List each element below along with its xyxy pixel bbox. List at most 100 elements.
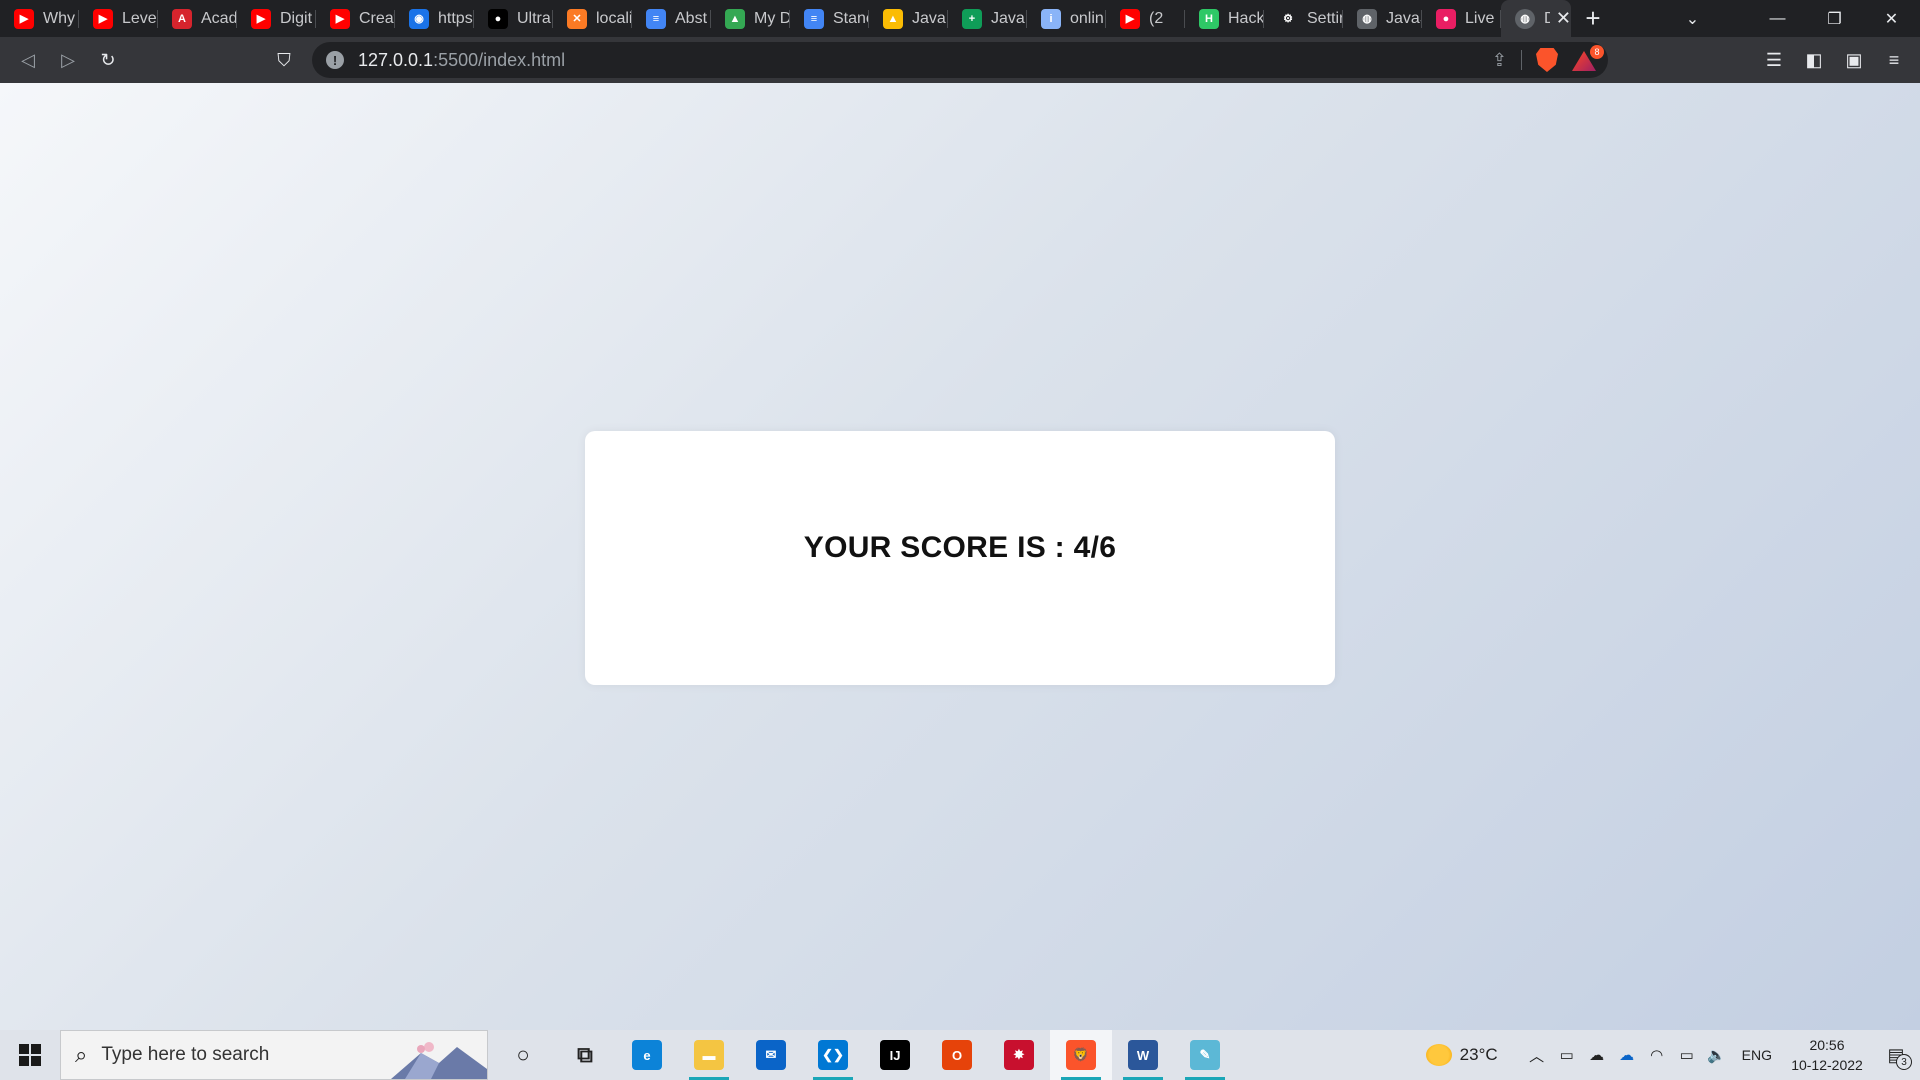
tab-item[interactable]: ▲ My D [711,0,790,37]
task-view-taskbar-button[interactable]: ⧉ [554,1030,616,1080]
tab-item[interactable]: ▶ Why [0,0,79,37]
notification-badge: 3 [1896,1054,1912,1070]
notification-center-icon[interactable]: ▤ 3 [1872,1030,1920,1080]
tab-item[interactable]: ● Live [1422,0,1501,37]
tab-item[interactable]: + Java [948,0,1027,37]
minimize-button[interactable]: — [1749,0,1806,37]
tab-item[interactable]: ✕ locali [553,0,632,37]
menu-icon[interactable]: ≡ [1874,40,1914,80]
notepad-icon: ✎ [1190,1040,1220,1070]
bookmark-icon[interactable]: ⛉ [264,40,304,80]
notepad-taskbar-button[interactable]: ✎ [1174,1030,1236,1080]
start-button[interactable] [0,1030,60,1080]
onedrive-icon[interactable]: ☁ [1612,1030,1642,1080]
back-icon[interactable]: ◁ [8,40,48,80]
tab-label: Why [43,9,75,27]
divider [1521,50,1522,70]
vscode-icon: ❮❯ [818,1040,848,1070]
close-window-button[interactable]: ✕ [1863,0,1920,37]
tab-label: onlin [1070,9,1104,27]
score-card: YOUR SCORE IS : 4/6 [585,431,1335,685]
tab-label: Java [912,9,946,27]
wifi-icon[interactable]: ◠ [1642,1030,1672,1080]
battery-icon[interactable]: ▭ [1672,1030,1702,1080]
tab-search-icon[interactable]: ⌄ [1664,0,1721,37]
youtube-icon: ▶ [251,8,271,29]
new-tab-button[interactable]: + [1571,0,1615,37]
tab-item[interactable]: ≡ Abst [632,0,711,37]
globe-icon: ◍ [1515,8,1535,29]
taskbar-search[interactable]: ⌕ Type here to search [60,1030,488,1080]
brave-taskbar-button[interactable]: 🦁 [1050,1030,1112,1080]
office-icon: O [942,1040,972,1070]
tab-item[interactable]: ● Ultra [474,0,553,37]
playlist-icon[interactable]: ☰ [1754,40,1794,80]
web-icon: ◉ [409,8,429,29]
hackerrank-icon: H [1199,8,1219,29]
url-text[interactable]: 127.0.0.1:5500/index.html [358,50,565,71]
tab-item[interactable]: ≡ Stanc [790,0,869,37]
onedrive-sync-icon[interactable]: ☁ [1582,1030,1612,1080]
tab-item[interactable]: ◍ JavaS [1343,0,1422,37]
windows-taskbar: ⌕ Type here to search ○ ⧉ e ▬ ✉ ❮❯ IJ O ✸ 🦁 W ✎ 23°… [0,1030,1920,1080]
meet-now-icon[interactable]: ▭ [1552,1030,1582,1080]
tab-item[interactable]: i onlin [1027,0,1106,37]
office-taskbar-button[interactable]: O [926,1030,988,1080]
tab-label: My D [754,9,790,27]
antivirus-taskbar-button[interactable]: ✸ [988,1030,1050,1080]
brave-icon: 🦁 [1066,1040,1096,1070]
browser-toolbar: ◁ ▷ ↻ ⛉ ! 127.0.0.1:5500/index.html ⇪ 8 … [0,37,1920,83]
mail-taskbar-button[interactable]: ✉ [740,1030,802,1080]
tab-item[interactable]: ▶ Creat [316,0,395,37]
close-tab-icon[interactable]: ✕ [1556,8,1571,29]
tab-item[interactable]: ▶ Digit [237,0,316,37]
volume-icon[interactable]: 🔈 [1702,1030,1732,1080]
tab-label: Abst [675,9,708,27]
word-taskbar-button[interactable]: W [1112,1030,1174,1080]
tab-active[interactable]: ◍ D ✕ [1501,0,1571,37]
word-icon: W [1128,1040,1158,1070]
weather-widget[interactable]: 23°C [1425,1044,1498,1066]
intellij-taskbar-button[interactable]: IJ [864,1030,926,1080]
file-explorer-taskbar-button[interactable]: ▬ [678,1030,740,1080]
settings-icon: ⚙ [1278,8,1298,29]
tab-label: (2 [1149,9,1164,27]
drive-icon: ▲ [725,8,745,29]
forward-icon[interactable]: ▷ [48,40,88,80]
site-info-icon[interactable]: ! [326,51,344,69]
chevron-up-icon[interactable]: ︿ [1522,1030,1552,1080]
language-indicator[interactable]: ENG [1742,1047,1772,1063]
tab-item[interactable]: H Hack [1185,0,1264,37]
address-bar[interactable]: ! 127.0.0.1:5500/index.html ⇪ 8 [312,42,1608,78]
live-icon: ● [1436,8,1456,29]
tab-label: Digit [280,9,313,27]
mail-icon: ✉ [756,1040,786,1070]
edge-taskbar-button[interactable]: e [616,1030,678,1080]
vscode-taskbar-button[interactable]: ❮❯ [802,1030,864,1080]
clock[interactable]: 20:56 10-12-2022 [1782,1035,1872,1075]
sidebar-icon[interactable]: ◧ [1794,40,1834,80]
page-viewport: YOUR SCORE IS : 4/6 [0,83,1920,1030]
restore-button[interactable]: ❐ [1806,0,1863,37]
tab-item[interactable]: ▶ (2 [1106,0,1185,37]
academy-icon: A [172,8,192,29]
youtube-icon: ▶ [93,8,113,29]
brave-rewards-icon[interactable]: 8 [1572,45,1604,71]
tab-label: https [438,9,473,27]
wallet-icon[interactable]: ▣ [1834,40,1874,80]
edge-icon: e [632,1040,662,1070]
share-icon[interactable]: ⇪ [1492,50,1507,71]
tab-item[interactable]: ◉ https [395,0,474,37]
cortana-taskbar-button[interactable]: ○ [492,1030,554,1080]
brave-shields-icon[interactable] [1536,48,1558,72]
file-explorer-icon: ▬ [694,1040,724,1070]
toolbar-actions: ☰ ◧ ▣ ≡ [1754,40,1914,80]
system-tray: 23°C ︿ ▭ ☁ ☁ ◠ ▭ 🔈 ENG 20:56 10-12-2022 … [1425,1030,1920,1080]
reload-icon[interactable]: ↻ [88,40,128,80]
xampp-icon: ✕ [567,8,587,29]
tab-item[interactable]: A Acad [158,0,237,37]
tab-item[interactable]: ⚙ Settir [1264,0,1343,37]
tab-item[interactable]: ▶ Level [79,0,158,37]
youtube-icon: ▶ [14,8,34,29]
tab-item[interactable]: ▲ Java [869,0,948,37]
